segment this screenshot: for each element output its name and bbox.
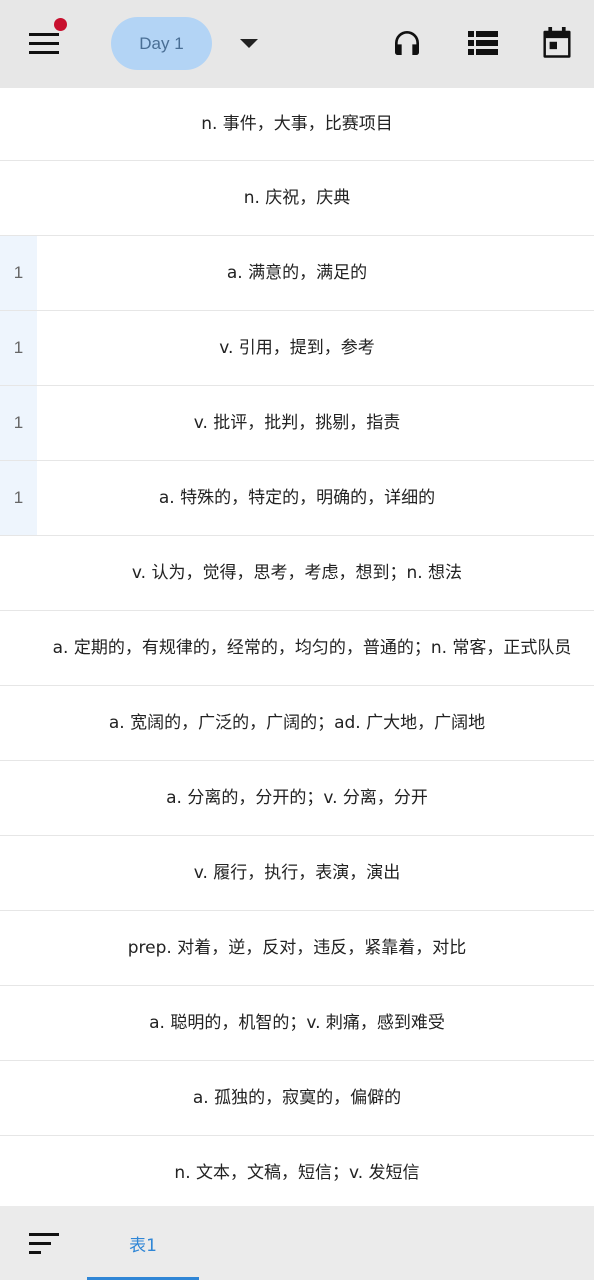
review-count — [0, 1136, 37, 1206]
list-item[interactable]: v. 履行，执行，表演，演出 — [0, 836, 594, 911]
list-item[interactable]: a. 定期的，有规律的，经常的，均匀的，普通的；n. 常客，正式队员 — [0, 611, 594, 686]
definition-text: a. 孤独的，寂寞的，偏僻的 — [192, 1087, 402, 1108]
word-list: n. 事件，大事，比赛项目 n. 庆祝，庆典 1 a. 满意的，满足的 1 v. 引用，提… — [0, 88, 594, 1206]
list-item[interactable]: n. 事件，大事，比赛项目 — [0, 88, 594, 161]
definition-text: prep. 对着，逆，反对，违反，紧靠着，对比 — [127, 937, 467, 958]
top-app-bar: Day 1 — [0, 0, 594, 88]
list-item[interactable]: prep. 对着，逆，反对，违反，紧靠着，对比 — [0, 911, 594, 986]
definition-text: a. 聪明的，机智的；v. 刺痛，感到难受 — [149, 1012, 445, 1033]
list-item[interactable]: a. 分离的，分开的；v. 分离，分开 — [0, 761, 594, 836]
list-item[interactable]: a. 聪明的，机智的；v. 刺痛，感到难受 — [0, 986, 594, 1061]
definition-text: v. 认为，觉得，思考，考虑，想到；n. 想法 — [131, 562, 463, 583]
review-count — [0, 611, 37, 685]
tab-label: 表1 — [129, 1235, 157, 1256]
review-count: 1 — [0, 386, 37, 460]
definition-text: a. 定期的，有规律的，经常的，均匀的，普通的；n. 常客，正式队员 — [52, 637, 572, 658]
review-count — [0, 911, 37, 985]
sort-icon[interactable] — [24, 1224, 64, 1264]
review-count — [0, 536, 37, 610]
review-count: 1 — [0, 461, 37, 535]
review-count: 1 — [0, 311, 37, 385]
definition-text: a. 特殊的，特定的，明确的，详细的 — [158, 487, 436, 508]
calendar-icon[interactable] — [536, 22, 578, 64]
list-item[interactable]: n. 庆祝，庆典 — [0, 161, 594, 236]
caret-down-icon[interactable] — [232, 28, 266, 60]
definition-text: a. 宽阔的，广泛的，广阔的；ad. 广大地，广阔地 — [108, 712, 486, 733]
definition-text: n. 庆祝，庆典 — [243, 187, 351, 208]
review-count — [0, 986, 37, 1060]
list-item[interactable]: 1 a. 特殊的，特定的，明确的，详细的 — [0, 461, 594, 536]
definition-text: n. 文本，文稿，短信；v. 发短信 — [174, 1162, 420, 1183]
review-count: 1 — [0, 236, 37, 310]
review-count — [0, 88, 37, 160]
definition-text: a. 满意的，满足的 — [226, 262, 368, 283]
list-item[interactable]: 1 a. 满意的，满足的 — [0, 236, 594, 311]
definition-text: v. 履行，执行，表演，演出 — [193, 862, 401, 883]
list-icon[interactable] — [462, 22, 504, 64]
review-count — [0, 761, 37, 835]
review-count — [0, 836, 37, 910]
list-item[interactable]: a. 宽阔的，广泛的，广阔的；ad. 广大地，广阔地 — [0, 686, 594, 761]
day-selector-button[interactable]: Day 1 — [111, 17, 212, 70]
list-item[interactable]: a. 孤独的，寂寞的，偏僻的 — [0, 1061, 594, 1136]
bottom-bar: 表1 — [0, 1206, 594, 1280]
definition-text: a. 分离的，分开的；v. 分离，分开 — [166, 787, 428, 808]
list-item[interactable]: 1 v. 批评，批判，挑剔，指责 — [0, 386, 594, 461]
definition-text: n. 事件，大事，比赛项目 — [201, 113, 393, 134]
list-item[interactable]: v. 认为，觉得，思考，考虑，想到；n. 想法 — [0, 536, 594, 611]
review-count — [0, 1061, 37, 1135]
notification-dot — [54, 18, 67, 31]
definition-text: v. 批评，批判，挑剔，指责 — [193, 412, 401, 433]
review-count — [0, 161, 37, 235]
headphones-icon[interactable] — [386, 22, 428, 64]
review-count — [0, 686, 37, 760]
list-item[interactable]: n. 文本，文稿，短信；v. 发短信 — [0, 1136, 594, 1206]
list-item[interactable]: 1 v. 引用，提到，参考 — [0, 311, 594, 386]
tab-sheet-1[interactable]: 表1 — [87, 1206, 199, 1280]
definition-text: v. 引用，提到，参考 — [219, 337, 375, 358]
